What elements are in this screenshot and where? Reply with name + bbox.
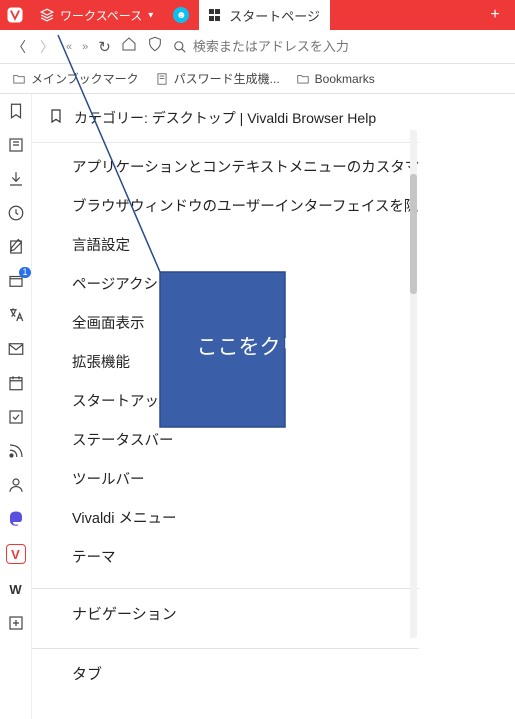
forward-button[interactable]: 〉 <box>38 37 56 57</box>
speed-dial-icon <box>209 9 221 21</box>
bookmark-folder[interactable]: Bookmarks <box>296 72 375 86</box>
feeds-panel-icon[interactable] <box>7 442 25 460</box>
tab-label: スタートページ <box>229 6 320 25</box>
history-panel-icon[interactable] <box>7 204 25 222</box>
workspace-label: ワークスペース <box>60 7 142 24</box>
mastodon-panel-icon[interactable] <box>7 510 25 528</box>
home-button[interactable] <box>121 36 137 57</box>
bookmark-pwgen[interactable]: パスワード生成機... <box>155 70 280 87</box>
search-icon <box>173 40 187 54</box>
bookmark-bar: メインブックマーク パスワード生成機... Bookmarks <box>0 64 515 94</box>
scrollbar[interactable] <box>410 130 417 638</box>
bookmarks-panel-icon[interactable] <box>7 102 25 120</box>
side-panel: V W <box>0 94 32 719</box>
calendar-panel-icon[interactable] <box>7 374 25 392</box>
panel-title: カテゴリー: デスクトップ | Vivaldi Browser Help <box>74 108 435 128</box>
scrollbar-thumb[interactable] <box>410 174 417 294</box>
accordion-label: ナビゲーション <box>72 603 177 624</box>
reading-list-panel-icon[interactable] <box>7 136 25 154</box>
wikipedia-panel-icon[interactable]: W <box>7 580 25 598</box>
bookmark-main[interactable]: メインブックマーク <box>12 70 139 87</box>
address-field[interactable] <box>173 39 505 54</box>
address-bar: 〈 〉 « » ↻ <box>0 30 515 64</box>
workspace-selector[interactable]: ワークスペース ▾ <box>30 0 163 30</box>
windows-panel-icon[interactable] <box>7 272 25 290</box>
tasks-panel-icon[interactable] <box>7 408 25 426</box>
rewind-button[interactable]: « <box>66 41 72 53</box>
bookmark-label: Bookmarks <box>315 72 375 86</box>
reload-button[interactable]: ↻ <box>98 38 111 56</box>
tab-bar: ワークスペース ▾ ☻ スタートページ + <box>0 0 515 30</box>
tab-startpage[interactable]: スタートページ <box>199 0 330 30</box>
vivaldi-panel-icon[interactable]: V <box>6 544 26 564</box>
translate-panel-icon[interactable] <box>7 306 25 324</box>
tab-thumbnail[interactable]: ☻ <box>163 0 199 30</box>
tabbar-spacer <box>330 0 475 30</box>
downloads-panel-icon[interactable] <box>7 170 25 188</box>
right-margin <box>419 94 515 719</box>
contacts-panel-icon[interactable] <box>7 476 25 494</box>
mail-panel-icon[interactable] <box>7 340 25 358</box>
new-tab-button[interactable]: + <box>475 0 515 30</box>
vivaldi-menu-button[interactable] <box>0 0 30 30</box>
bookmark-label: メインブックマーク <box>31 70 139 87</box>
fastforward-button[interactable]: » <box>82 41 88 53</box>
back-button[interactable]: 〈 <box>10 37 28 57</box>
add-panel-button[interactable] <box>7 614 25 632</box>
address-input[interactable] <box>193 39 505 54</box>
chevron-down-icon: ▾ <box>148 10 153 21</box>
notes-panel-icon[interactable] <box>7 238 25 256</box>
bookmark-outline-icon <box>48 108 64 129</box>
shield-icon[interactable] <box>147 36 163 57</box>
accordion-label: タブ <box>72 663 102 684</box>
bookmark-label: パスワード生成機... <box>174 70 280 87</box>
tab-favicon-icon: ☻ <box>173 7 189 23</box>
